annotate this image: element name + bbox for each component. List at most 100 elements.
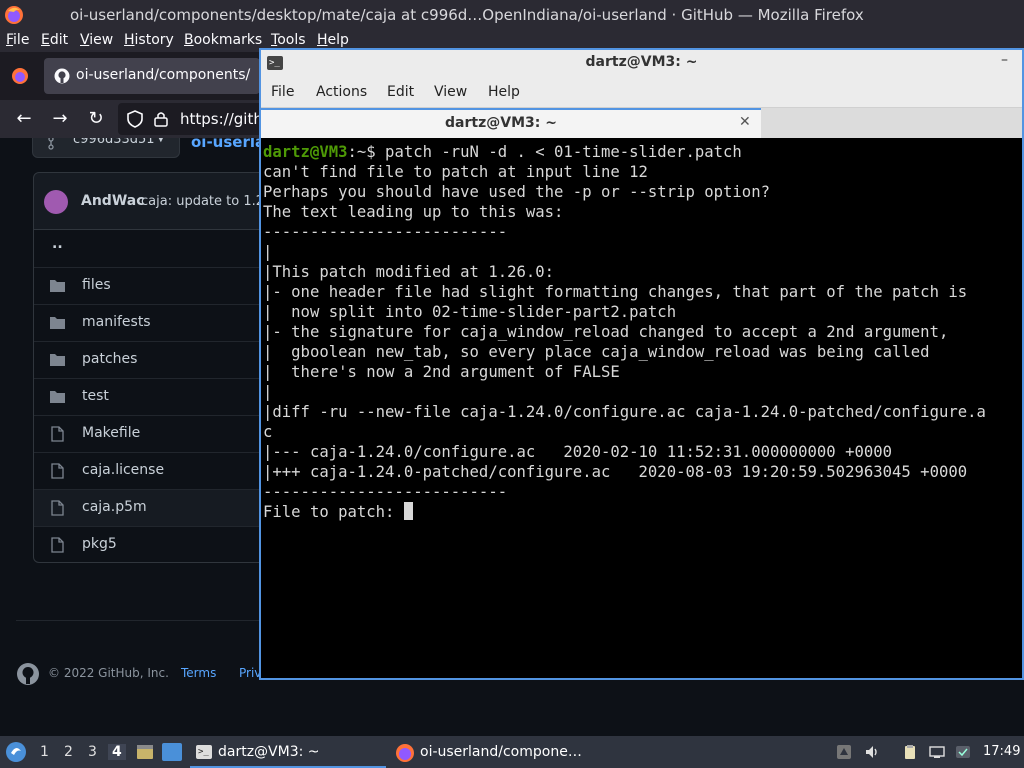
terminal-line: The text leading up to this was: [263,203,564,221]
terminal-line: Perhaps you should have used the -p or -… [263,183,770,201]
file-row[interactable]: pkg5 [34,526,273,563]
folder-icon [50,354,65,366]
browser-tab[interactable]: oi-userland/components/ [44,58,260,94]
volume-icon[interactable] [864,744,880,760]
file-name[interactable]: Makefile [82,425,140,441]
reload-button[interactable]: ↻ [85,108,107,130]
terminal-line: |diff -ru --new-file caja-1.24.0/configu… [263,403,986,421]
terminal-titlebar[interactable]: >_ dartz@VM3: ~ – [261,50,1022,78]
file-row[interactable]: Makefile [34,415,273,452]
firefox-icon [396,744,414,762]
network-icon[interactable] [929,744,945,760]
firefox-view-icon[interactable] [10,66,30,86]
terminal-tab-title: dartz@VM3: ~ [445,115,557,131]
taskbar-task-terminal[interactable]: >_ dartz@VM3: ~ [190,738,386,768]
terminal-tab[interactable]: dartz@VM3: ~ ✕ [261,108,761,138]
input-prompt: File to patch: [263,503,404,521]
file-row[interactable]: caja.license [34,452,273,489]
forward-button[interactable]: → [49,108,71,130]
folder-icon [50,317,65,329]
terminal-line: |This patch modified at 1.26.0: [263,263,555,281]
commit-author[interactable]: AndWac [81,193,145,209]
workspace-4[interactable]: 4 [108,744,126,760]
show-desktop-icon[interactable] [162,743,182,761]
tab-label: oi-userland/components/ [76,67,251,83]
input-line[interactable]: File to patch: [263,502,1022,522]
url-text: https://gith [180,110,263,128]
text-cursor [403,502,413,520]
menu-view[interactable]: View [80,32,113,48]
terminal-menu-actions[interactable]: Actions [316,84,367,100]
file-row[interactable]: test [34,378,273,415]
workspace-2[interactable]: 2 [64,744,73,760]
file-icon [51,463,64,479]
terminal-line: | now split into 02-time-slider-part2.pa… [263,303,677,321]
footer-terms-link[interactable]: Terms [181,666,216,680]
menu-bookmarks[interactable]: Bookmarks [184,32,262,48]
firefox-titlebar[interactable]: oi-userland/components/desktop/mate/caja… [0,0,1024,30]
commit-message[interactable]: caja: update to 1.26 [141,194,272,209]
footer-divider [16,620,266,621]
terminal-line: -------------------------- [263,223,508,241]
file-name[interactable]: caja.p5m [82,499,147,515]
file-row[interactable]: caja.p5m [34,489,273,526]
terminal-line: | [263,243,273,261]
window-title: oi-userland/components/desktop/mate/caja… [70,6,864,24]
close-icon[interactable]: ✕ [739,114,751,130]
workspace-1[interactable]: 1 [40,744,49,760]
terminal-window: >_ dartz@VM3: ~ – File Actions Edit View… [259,48,1024,680]
terminal-title: dartz@VM3: ~ [585,54,698,70]
terminal-line: |+++ caja-1.24.0-patched/configure.ac 20… [263,463,968,481]
terminal-output[interactable]: dartz@VM3:~$ patch -ruN -d . < 01-time-s… [261,138,1022,678]
shield-icon[interactable] [126,110,144,128]
file-name[interactable]: files [82,277,111,293]
menu-tools[interactable]: Tools [271,32,306,48]
task-firefox-label: oi-userland/compone… [420,744,582,760]
github-favicon-icon [54,68,70,84]
file-icon [51,500,64,516]
file-name[interactable]: pkg5 [82,536,117,552]
file-icon [51,426,64,442]
file-name[interactable]: manifests [82,314,151,330]
terminal-menu-edit[interactable]: Edit [387,84,414,100]
terminal-line: | there's now a 2nd argument of FALSE [263,363,620,381]
branch-selector[interactable]: c996d33d51 ▼ [32,138,180,158]
terminal-menu-file[interactable]: File [271,84,294,100]
terminal-menubar: File Actions Edit View Help [261,78,1022,108]
app-menu-icon[interactable] [5,741,27,763]
file-icon [51,537,64,553]
status-icon[interactable] [955,744,971,760]
parent-dir-link[interactable]: .. [52,236,63,252]
menu-history[interactable]: History [124,32,174,48]
taskbar-task-firefox[interactable]: oi-userland/compone… [392,738,592,768]
parent-dir-row[interactable]: .. [34,230,273,267]
notification-icon[interactable] [836,744,852,760]
file-list: .. files manifests patches test Makefile caja… [33,230,273,563]
avatar[interactable] [44,190,68,214]
workspace-3[interactable]: 3 [88,744,97,760]
terminal-tabbar: dartz@VM3: ~ ✕ [261,108,1022,138]
clock[interactable]: 17:49 [983,744,1020,759]
file-name[interactable]: caja.license [82,462,164,478]
menu-help[interactable]: Help [317,32,349,48]
file-name[interactable]: test [82,388,109,404]
terminal-line: |- the signature for caja_window_reload … [263,323,949,341]
file-row[interactable]: patches [34,341,273,378]
folder-icon [50,280,65,292]
branch-name: c996d33d51 [73,138,155,147]
terminal-menu-help[interactable]: Help [488,84,520,100]
clipboard-icon[interactable] [902,744,918,760]
lock-icon[interactable] [154,111,168,127]
file-row[interactable]: files [34,267,273,304]
back-button[interactable]: ← [13,108,35,130]
url-bar[interactable]: https://gith [118,103,268,135]
file-manager-icon[interactable] [135,742,155,762]
minimize-button[interactable]: – [1001,52,1008,68]
menu-file[interactable]: File [6,32,29,48]
terminal-menu-view[interactable]: View [434,84,467,100]
footer-copyright: © 2022 GitHub, Inc. [48,666,169,680]
file-name[interactable]: patches [82,351,137,367]
github-logo-icon[interactable] [16,662,40,686]
file-row[interactable]: manifests [34,304,273,341]
menu-edit[interactable]: Edit [41,32,68,48]
